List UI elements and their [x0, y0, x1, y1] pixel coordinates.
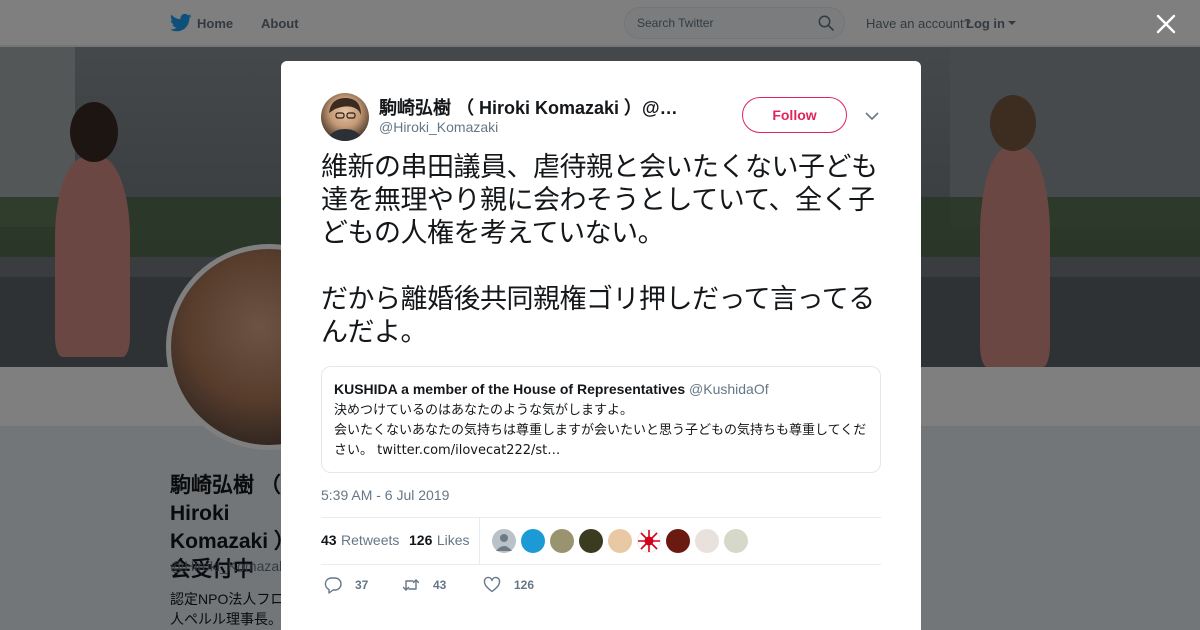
stats-divider: [479, 518, 480, 564]
likes-label: Likes: [436, 532, 470, 548]
author-name[interactable]: 駒崎弘樹 （ Hiroki Komazaki ）@…: [379, 94, 689, 120]
author-avatar-image: [327, 97, 363, 141]
retweets-stat[interactable]: 43 Retweets: [321, 532, 399, 550]
liker-avatar[interactable]: [695, 529, 719, 553]
quoted-tweet[interactable]: KUSHIDA a member of the House of Represe…: [321, 366, 881, 473]
tweet-stats: 43 Retweets 126 Likes: [321, 517, 881, 565]
tweet-actions: 37 43 126: [321, 573, 881, 599]
like-action[interactable]: 126: [483, 576, 553, 596]
rising-sun-icon: [638, 530, 660, 552]
tweet-timestamp[interactable]: 5:39 AM - 6 Jul 2019: [321, 487, 449, 503]
retweets-label: Retweets: [341, 532, 400, 548]
quoted-author-name: KUSHIDA a member of the House of Represe…: [334, 381, 686, 397]
likes-count: 126: [409, 532, 433, 548]
liker-avatar[interactable]: [608, 529, 632, 553]
liker-avatar[interactable]: [724, 529, 748, 553]
reply-icon: [324, 577, 342, 594]
default-user-icon: [496, 534, 512, 551]
likes-stat[interactable]: 126 Likes: [409, 532, 470, 550]
retweet-icon: [402, 579, 420, 591]
retweets-count: 43: [321, 532, 337, 548]
tweet-modal: 駒崎弘樹 （ Hiroki Komazaki ）@… @Hiroki_Komaz…: [281, 61, 921, 630]
liker-avatar[interactable]: [550, 529, 574, 553]
tweet-text: 維新の串田議員、虐待親と会いたくない子ども達を無理やり親に会わそうとしていて、全…: [321, 152, 878, 348]
reply-count: 37: [355, 578, 369, 592]
liker-avatar[interactable]: [637, 529, 661, 553]
reply-action[interactable]: 37: [324, 576, 384, 596]
follow-button[interactable]: Follow: [742, 97, 847, 133]
liker-avatar[interactable]: [521, 529, 545, 553]
retweet-count: 43: [433, 578, 447, 592]
quoted-tweet-header: KUSHIDA a member of the House of Represe…: [334, 377, 868, 401]
like-count: 126: [514, 578, 535, 592]
author-handle[interactable]: @Hiroki_Komazaki: [379, 119, 498, 135]
chevron-down-icon[interactable]: [865, 111, 879, 121]
liker-avatar[interactable]: [579, 529, 603, 553]
liker-avatar[interactable]: [492, 529, 516, 553]
liker-avatar[interactable]: [666, 529, 690, 553]
author-avatar[interactable]: [321, 93, 369, 141]
quoted-author-handle: @KushidaOf: [689, 381, 769, 397]
close-icon[interactable]: [1156, 14, 1176, 34]
quoted-tweet-text: 決めつけているのはあなたのような気がしますよ。 会いたくないあなたの気持ちは尊重…: [334, 403, 867, 458]
heart-icon: [483, 576, 501, 593]
retweet-action[interactable]: 43: [402, 576, 462, 596]
